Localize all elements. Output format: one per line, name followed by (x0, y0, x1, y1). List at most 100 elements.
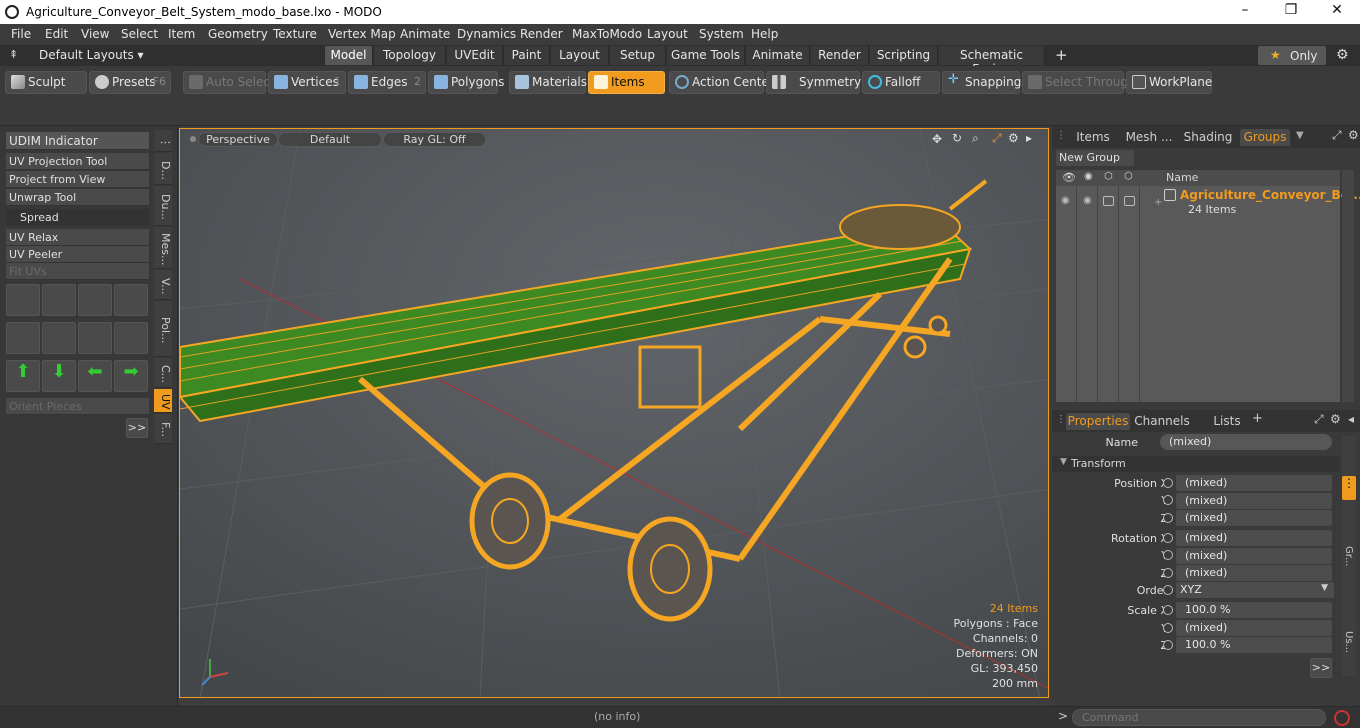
auto-select-button[interactable]: Auto Select (183, 71, 275, 94)
name-field[interactable]: (mixed) (1160, 434, 1332, 450)
position-x-field[interactable]: (mixed) (1176, 475, 1332, 491)
scene-panel-dot-icon[interactable]: ⋮ (1056, 130, 1066, 141)
snapping-button[interactable]: ✛ Snapping (942, 71, 1021, 94)
rotate-view-icon[interactable]: ↻ (952, 131, 962, 145)
layout-settings-gear-icon[interactable]: ⚙ (1336, 47, 1349, 63)
uv-peeler-button[interactable]: UV Peeler (6, 246, 149, 263)
move-view-icon[interactable]: ✥ (932, 132, 942, 146)
uv-transform-icon[interactable] (6, 284, 40, 316)
tab-setup[interactable]: Setup (610, 46, 666, 65)
add-properties-tab-button[interactable]: + (1252, 411, 1263, 426)
items-button[interactable]: Items (588, 71, 665, 94)
menu-maxtomodo[interactable]: MaxToModo (572, 27, 642, 41)
command-input[interactable] (1072, 709, 1326, 726)
menu-texture[interactable]: Texture (273, 27, 317, 41)
side-tab-active[interactable]: ⋮ (1342, 476, 1356, 500)
vtab-uv[interactable]: UV (154, 389, 172, 413)
tab-model[interactable]: Model (325, 46, 373, 65)
menu-vertex-map[interactable]: Vertex Map (328, 27, 396, 41)
tab-groups[interactable]: Groups (1240, 129, 1290, 146)
transform-collapse-icon[interactable]: ▼ (1060, 457, 1067, 467)
spread-button[interactable]: Spread (6, 209, 149, 226)
maximize-button[interactable]: ❐ (1268, 2, 1314, 18)
minimize-button[interactable]: – (1222, 2, 1268, 18)
polygons-button[interactable]: Polygons (428, 71, 504, 94)
scale-y-field[interactable]: (mixed) (1176, 620, 1332, 636)
group-visibility-eye-icon[interactable]: ◉ (1061, 195, 1070, 206)
raygl-toggle[interactable]: Ray GL: Off (383, 132, 486, 147)
tab-layout[interactable]: Layout (551, 46, 609, 65)
viewport-expand-arrow-icon[interactable]: ▸ (1026, 131, 1032, 145)
tab-render[interactable]: Render (811, 46, 869, 65)
menu-layout[interactable]: Layout (647, 27, 688, 41)
sculpt-button[interactable]: Sculpt (5, 71, 87, 94)
properties-panel-dot-icon[interactable]: ⋮ (1056, 414, 1066, 425)
scale-x-field[interactable]: 100.0 % (1176, 602, 1332, 618)
vtab-mesh[interactable]: Mes... (154, 227, 172, 269)
move-right-arrow-icon[interactable]: ➡ (114, 360, 148, 392)
uv-rotate-icon[interactable] (42, 284, 76, 316)
scene-expand-icon[interactable]: ⤢ (1332, 128, 1342, 143)
scene-settings-gear-icon[interactable]: ⚙ (1348, 128, 1359, 142)
add-tab-button[interactable]: + (1055, 46, 1068, 64)
groups-scrollbar[interactable] (1342, 170, 1354, 402)
scale-z-field[interactable]: 100.0 % (1176, 637, 1332, 653)
rotation-x-keyframe-icon[interactable] (1163, 533, 1173, 543)
position-z-field[interactable]: (mixed) (1176, 510, 1332, 526)
tab-shading[interactable]: Shading (1178, 129, 1238, 146)
menu-system[interactable]: System (699, 27, 744, 41)
order-dropdown[interactable]: XYZ ▼ (1176, 582, 1334, 598)
menu-dynamics[interactable]: Dynamics (457, 27, 516, 41)
fit-view-icon[interactable]: ⤢ (992, 131, 1002, 146)
properties-expand-icon[interactable]: ⤢ (1314, 412, 1324, 427)
uv-sphere-grid-icon[interactable] (114, 322, 148, 354)
workplane-button[interactable]: WorkPlane (1126, 71, 1212, 94)
project-from-view-button[interactable]: Project from View (6, 171, 149, 188)
shading-dropdown[interactable]: Default (278, 132, 382, 147)
left-more-button[interactable]: >> (126, 418, 148, 438)
falloff-button[interactable]: Falloff (862, 71, 940, 94)
menu-file[interactable]: File (11, 27, 31, 41)
tab-uvedit[interactable]: UVEdit (447, 46, 503, 65)
side-tab-gr[interactable]: Gr... (1343, 546, 1354, 566)
scale-y-keyframe-icon[interactable] (1163, 623, 1173, 633)
default-layouts-dropdown[interactable]: Default Layouts ▾ (39, 48, 144, 62)
tab-schematic-fusion[interactable]: Schematic Fusion (939, 46, 1045, 76)
move-down-arrow-icon[interactable]: ⬇ (42, 360, 76, 392)
group-row[interactable]: ◉ ◉ + Agriculture_Conveyor_Be... 24 Item… (1056, 187, 1360, 219)
rotation-x-field[interactable]: (mixed) (1176, 530, 1332, 546)
expand-group-icon[interactable]: + (1154, 197, 1162, 208)
menu-animate[interactable]: Animate (400, 27, 450, 41)
layout-toggle-icon[interactable]: ⇞ (9, 48, 18, 61)
menu-item[interactable]: Item (168, 27, 195, 41)
group-lock-checkbox[interactable] (1103, 196, 1114, 206)
close-button[interactable]: ✕ (1314, 2, 1360, 18)
fit-uvs-button[interactable]: Fit UVs (6, 263, 149, 280)
side-tab-us[interactable]: Us... (1343, 631, 1354, 653)
tab-game-tools[interactable]: Game Tools (667, 46, 745, 65)
order-keyframe-icon[interactable] (1163, 585, 1173, 595)
viewport-settings-gear-icon[interactable]: ⚙ (1008, 131, 1019, 145)
tab-properties[interactable]: Properties (1066, 413, 1130, 430)
vertices-button[interactable]: Vertices 1 (268, 71, 346, 94)
position-y-keyframe-icon[interactable] (1163, 495, 1173, 505)
tab-lists[interactable]: Lists (1202, 413, 1252, 430)
select-through-button[interactable]: Select Through (1022, 71, 1136, 94)
vtab-d2[interactable]: D... (154, 153, 172, 185)
viewport-menu-dot-icon[interactable] (190, 136, 196, 142)
unwrap-tool-button[interactable]: Unwrap Tool (6, 189, 149, 206)
menu-render[interactable]: Render (520, 27, 563, 41)
uv-relax-button[interactable]: UV Relax (6, 229, 149, 246)
group-select-checkbox[interactable] (1124, 196, 1135, 206)
udim-indicator-button[interactable]: UDIM Indicator (6, 132, 149, 150)
only-toggle[interactable]: ★ Only (1258, 46, 1326, 65)
properties-settings-gear-icon[interactable]: ⚙ (1330, 412, 1341, 426)
uv-box-icon[interactable] (114, 284, 148, 316)
tab-mesh[interactable]: Mesh ... (1122, 129, 1176, 146)
position-z-keyframe-icon[interactable] (1163, 513, 1173, 523)
move-up-arrow-icon[interactable]: ⬆ (6, 360, 40, 392)
position-x-keyframe-icon[interactable] (1163, 478, 1173, 488)
uv-pyramid-icon[interactable] (78, 322, 112, 354)
tab-animate[interactable]: Animate (746, 46, 810, 65)
vtab-pol[interactable]: Pol... (154, 301, 172, 357)
